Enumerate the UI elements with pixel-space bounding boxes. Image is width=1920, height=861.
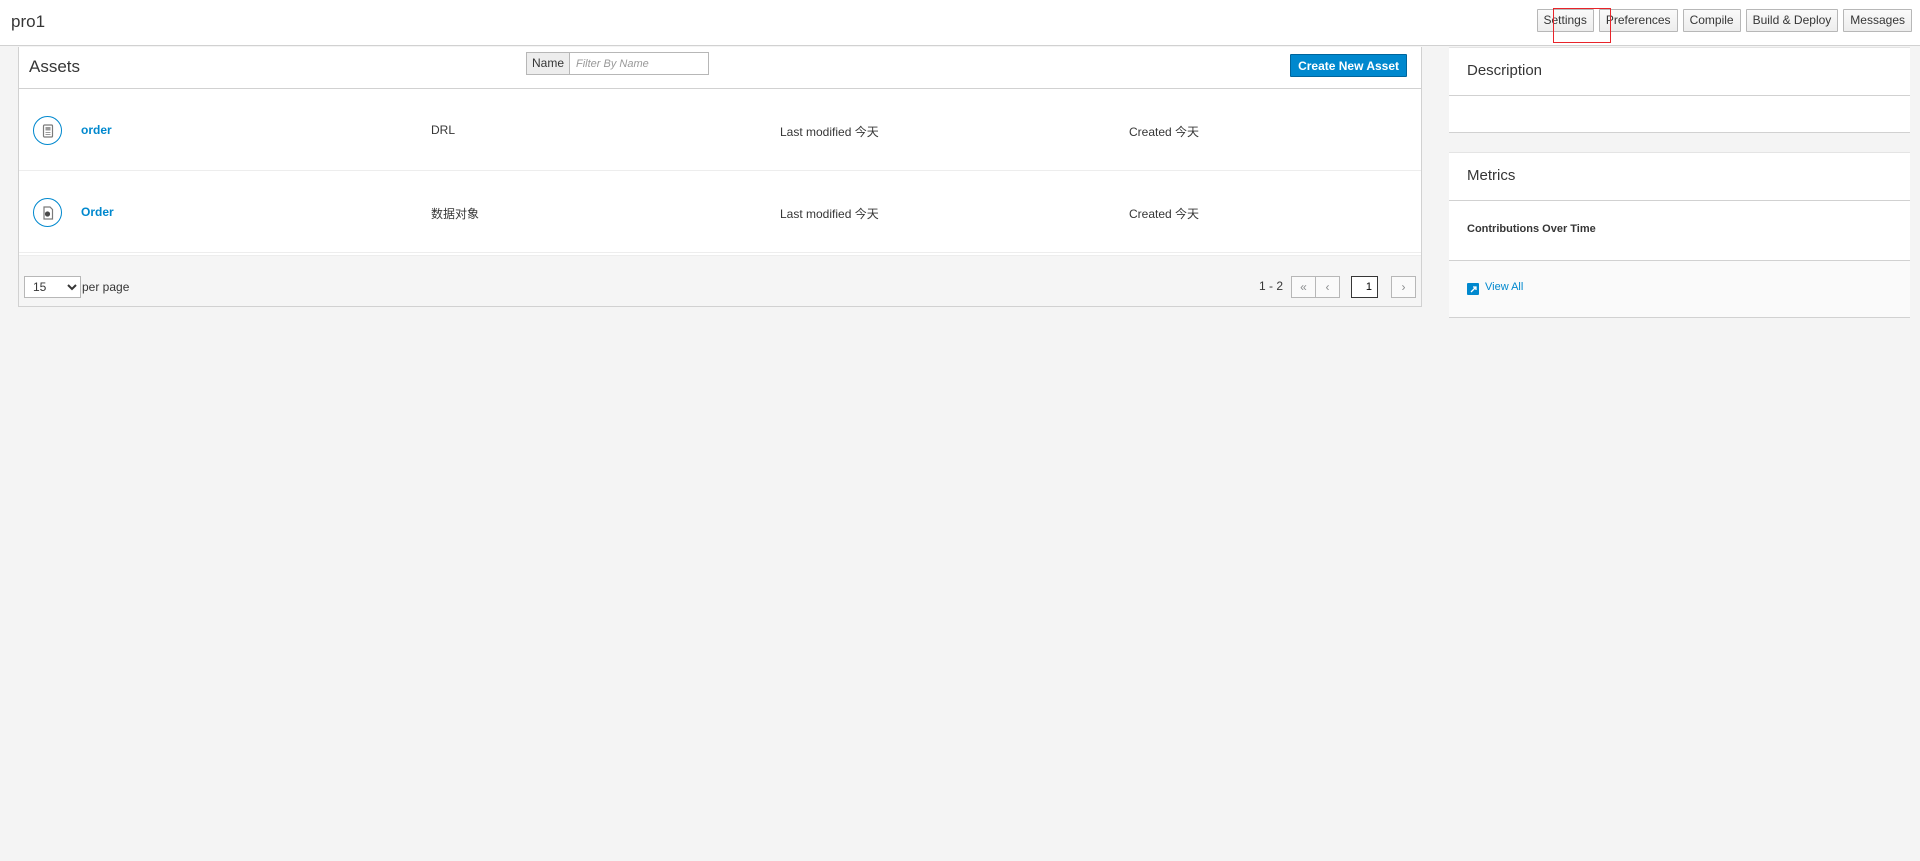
messages-button[interactable]: Messages bbox=[1843, 9, 1912, 32]
external-link-icon bbox=[1467, 283, 1479, 295]
view-all-link[interactable]: View All bbox=[1485, 281, 1523, 293]
asset-type: DRL bbox=[431, 123, 456, 137]
asset-row: Order 数据对象 Last modified 今天 Created 今天 bbox=[19, 171, 1421, 253]
filter-label: Name bbox=[526, 52, 571, 75]
previous-page-button[interactable]: ‹ bbox=[1315, 276, 1340, 298]
chevron-right-icon: › bbox=[1401, 280, 1406, 294]
assets-title: Assets bbox=[29, 57, 81, 76]
compile-button[interactable]: Compile bbox=[1682, 9, 1741, 32]
metrics-footer: View All bbox=[1449, 261, 1910, 317]
double-chevron-left-icon: « bbox=[1300, 280, 1307, 294]
per-page-label: per page bbox=[82, 280, 130, 294]
asset-created: Created 今天 bbox=[1129, 207, 1200, 221]
pagination-bar: 15 per page 1 - 2 « ‹ › bbox=[19, 255, 1421, 307]
asset-type: 数据对象 bbox=[431, 207, 480, 221]
asset-last-modified: Last modified 今天 bbox=[780, 125, 879, 139]
assets-header: Assets Name Create New Asset bbox=[19, 47, 1421, 89]
metrics-title: Metrics bbox=[1449, 153, 1910, 201]
create-new-asset-button[interactable]: Create New Asset bbox=[1290, 54, 1407, 77]
project-toolbar: Settings Preferences Compile Build & Dep… bbox=[1536, 9, 1912, 32]
filter-by-name-input[interactable] bbox=[570, 52, 710, 75]
chevron-left-icon: ‹ bbox=[1325, 280, 1330, 294]
first-page-button[interactable]: « bbox=[1291, 276, 1316, 298]
preferences-button[interactable]: Preferences bbox=[1598, 9, 1678, 32]
metrics-card: Metrics Contributions Over Time View All bbox=[1449, 152, 1910, 318]
asset-row: order DRL Last modified 今天 Created 今天 bbox=[19, 89, 1421, 171]
top-bar: pro1 Settings Preferences Compile Build … bbox=[0, 0, 1920, 46]
name-filter: Name bbox=[526, 52, 710, 75]
data-object-icon bbox=[33, 198, 62, 227]
assets-panel: Assets Name Create New Asset order DRL L… bbox=[18, 47, 1422, 307]
description-card: Description bbox=[1449, 47, 1910, 133]
settings-button[interactable]: Settings bbox=[1536, 9, 1594, 32]
page-range: 1 - 2 bbox=[1259, 279, 1284, 293]
asset-name-link[interactable]: Order bbox=[81, 205, 114, 219]
page-size-select[interactable]: 15 bbox=[24, 276, 81, 298]
contributions-over-time-label: Contributions Over Time bbox=[1449, 201, 1910, 261]
drl-file-icon bbox=[33, 116, 62, 145]
project-title: pro1 bbox=[11, 12, 46, 31]
asset-last-modified: Last modified 今天 bbox=[780, 207, 879, 221]
asset-name-link[interactable]: order bbox=[81, 123, 112, 137]
description-title: Description bbox=[1449, 48, 1910, 96]
next-page-button[interactable]: › bbox=[1391, 276, 1416, 298]
current-page-input[interactable] bbox=[1351, 276, 1378, 298]
build-deploy-button[interactable]: Build & Deploy bbox=[1745, 9, 1839, 32]
asset-created: Created 今天 bbox=[1129, 125, 1200, 139]
